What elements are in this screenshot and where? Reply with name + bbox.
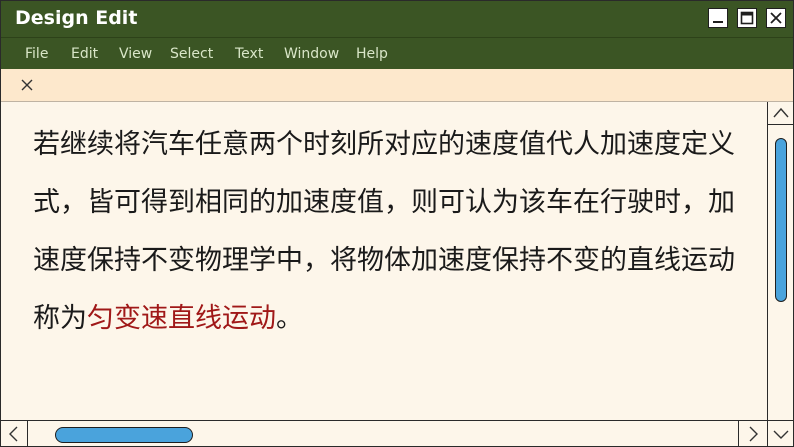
- vertical-scroll-thumb[interactable]: [775, 138, 787, 302]
- close-icon: [770, 12, 782, 24]
- close-button[interactable]: [766, 8, 786, 28]
- minimize-button[interactable]: [708, 8, 728, 28]
- scroll-left-button[interactable]: [1, 421, 28, 446]
- menu-window[interactable]: Window: [284, 46, 339, 62]
- chevron-right-icon: [749, 426, 758, 442]
- title-bar[interactable]: Design Edit: [1, 1, 793, 37]
- menu-help[interactable]: Help: [356, 46, 388, 62]
- horizontal-scroll-thumb[interactable]: [55, 427, 193, 443]
- close-icon[interactable]: [19, 77, 35, 93]
- paragraph-end: 。: [276, 303, 303, 334]
- menu-select[interactable]: Select: [170, 46, 213, 62]
- scroll-up-button[interactable]: [768, 102, 793, 125]
- menu-edit[interactable]: Edit: [71, 46, 98, 62]
- chevron-left-icon: [9, 426, 18, 442]
- menu-bar: File Edit View Select Text Window Help: [1, 37, 793, 70]
- document-text: 若继续将汽车任意两个时刻所对应的速度值代人加速度定义式，皆可得到相同的加速度值，…: [33, 116, 753, 348]
- minimize-icon: [713, 21, 723, 23]
- app-window: Design Edit File Edit View Select Text W…: [0, 0, 794, 447]
- tab-bar: [1, 69, 793, 102]
- menu-file[interactable]: File: [25, 46, 48, 62]
- highlighted-term: 匀变速直线运动: [87, 303, 276, 334]
- vertical-scrollbar[interactable]: [767, 102, 793, 420]
- menu-text[interactable]: Text: [235, 46, 263, 62]
- maximize-button[interactable]: [737, 8, 757, 28]
- scroll-right-button[interactable]: [738, 421, 767, 446]
- document-area[interactable]: 若继续将汽车任意两个时刻所对应的速度值代人加速度定义式，皆可得到相同的加速度值，…: [1, 102, 767, 420]
- maximize-icon: [740, 11, 754, 25]
- chevron-down-icon: [773, 430, 789, 439]
- chevron-up-icon: [773, 107, 789, 118]
- horizontal-scrollbar[interactable]: [1, 420, 793, 446]
- scroll-down-button[interactable]: [767, 421, 793, 446]
- menu-view[interactable]: View: [119, 46, 152, 62]
- window-title: Design Edit: [15, 7, 138, 29]
